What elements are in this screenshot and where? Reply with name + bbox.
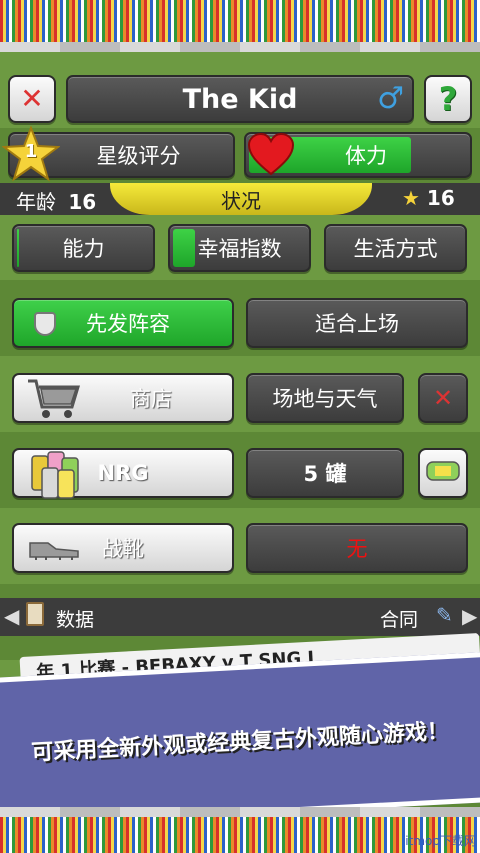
field-weather-label: 场地与天气 bbox=[272, 387, 378, 411]
tab-happiness-label: 幸福指数 bbox=[197, 237, 282, 261]
contract-tab[interactable]: 合同 bbox=[380, 605, 418, 632]
star-level: 1 bbox=[24, 141, 38, 162]
potential-star-icon: ★ bbox=[402, 186, 420, 210]
star-rating-icon: 1 bbox=[1, 125, 61, 182]
age-value: 16 bbox=[68, 190, 97, 214]
boots-button[interactable]: 战靴 bbox=[12, 523, 234, 573]
help-button[interactable]: ? bbox=[424, 75, 472, 123]
star-rating-label: 星级评分 bbox=[96, 144, 181, 168]
male-gender-icon: ♂ bbox=[377, 81, 404, 116]
age-label: 年龄 bbox=[16, 190, 56, 214]
nrg-count-label: 5 罐 bbox=[303, 462, 347, 486]
stamina-label: 体力 bbox=[345, 144, 387, 168]
condition-label: 状况 bbox=[221, 188, 261, 213]
nrg-label: NRG bbox=[97, 461, 149, 485]
boot-icon bbox=[26, 537, 82, 566]
field-weather-button[interactable]: 场地与天气 bbox=[246, 373, 404, 423]
use-nrg-button[interactable] bbox=[418, 448, 468, 498]
watermark-text: itmop下载网 bbox=[405, 834, 476, 848]
chevron-right-icon[interactable]: ▶ bbox=[462, 604, 477, 628]
clipboard-icon bbox=[26, 602, 44, 626]
age-info: 年龄 16 bbox=[16, 186, 96, 215]
promo-banner-text: 可采用全新外观或经典复古外观随心游戏！ bbox=[30, 719, 450, 766]
chevron-left-icon[interactable]: ◀ bbox=[4, 604, 19, 628]
nrg-count-button[interactable]: 5 罐 bbox=[246, 448, 404, 498]
potential-info: ★ 16 bbox=[402, 186, 455, 210]
close-icon: ✕ bbox=[20, 82, 44, 115]
fit-to-play-label: 适合上场 bbox=[315, 312, 399, 336]
energy-cans-icon bbox=[28, 448, 92, 505]
close-icon: ✕ bbox=[432, 384, 454, 412]
boots-value-button[interactable]: 无 bbox=[246, 523, 468, 573]
pen-icon: ✎ bbox=[436, 603, 453, 627]
nrg-button[interactable]: NRG bbox=[12, 448, 234, 499]
energy-can-icon bbox=[425, 459, 461, 488]
shield-icon bbox=[34, 312, 56, 336]
player-name: The Kid bbox=[182, 83, 298, 115]
starting-lineup-label: 先发阵容 bbox=[86, 312, 170, 336]
data-tab[interactable]: 数据 bbox=[56, 605, 94, 632]
tab-ability[interactable]: 能力 bbox=[12, 224, 155, 272]
heart-icon bbox=[246, 132, 296, 178]
potential-value: 16 bbox=[426, 186, 455, 210]
happiness-bar-fill bbox=[173, 229, 195, 267]
fit-to-play-button[interactable]: 适合上场 bbox=[246, 298, 468, 348]
tab-happiness[interactable]: 幸福指数 bbox=[168, 224, 311, 272]
close-button[interactable]: ✕ bbox=[8, 75, 56, 123]
tab-lifestyle-label: 生活方式 bbox=[353, 237, 438, 261]
shop-button[interactable]: 商店 bbox=[12, 373, 234, 423]
tab-ability-label: 能力 bbox=[62, 237, 105, 261]
remove-button[interactable]: ✕ bbox=[418, 373, 468, 423]
boots-label: 战靴 bbox=[102, 537, 144, 561]
crowd-top-decoration bbox=[0, 0, 480, 52]
shop-label: 商店 bbox=[130, 387, 172, 411]
question-icon: ? bbox=[438, 80, 458, 118]
tab-lifestyle[interactable]: 生活方式 bbox=[324, 224, 467, 272]
promo-banner: 可采用全新外观或经典复古外观随心游戏！ bbox=[0, 652, 480, 828]
boots-value: 无 bbox=[346, 537, 368, 561]
player-name-bar: The Kid ♂ bbox=[66, 75, 414, 123]
starting-lineup-button[interactable]: 先发阵容 bbox=[12, 298, 234, 348]
shopping-cart-icon bbox=[26, 377, 82, 426]
ability-bar-fill bbox=[17, 229, 20, 267]
condition-tab[interactable]: 状况 bbox=[110, 183, 372, 215]
